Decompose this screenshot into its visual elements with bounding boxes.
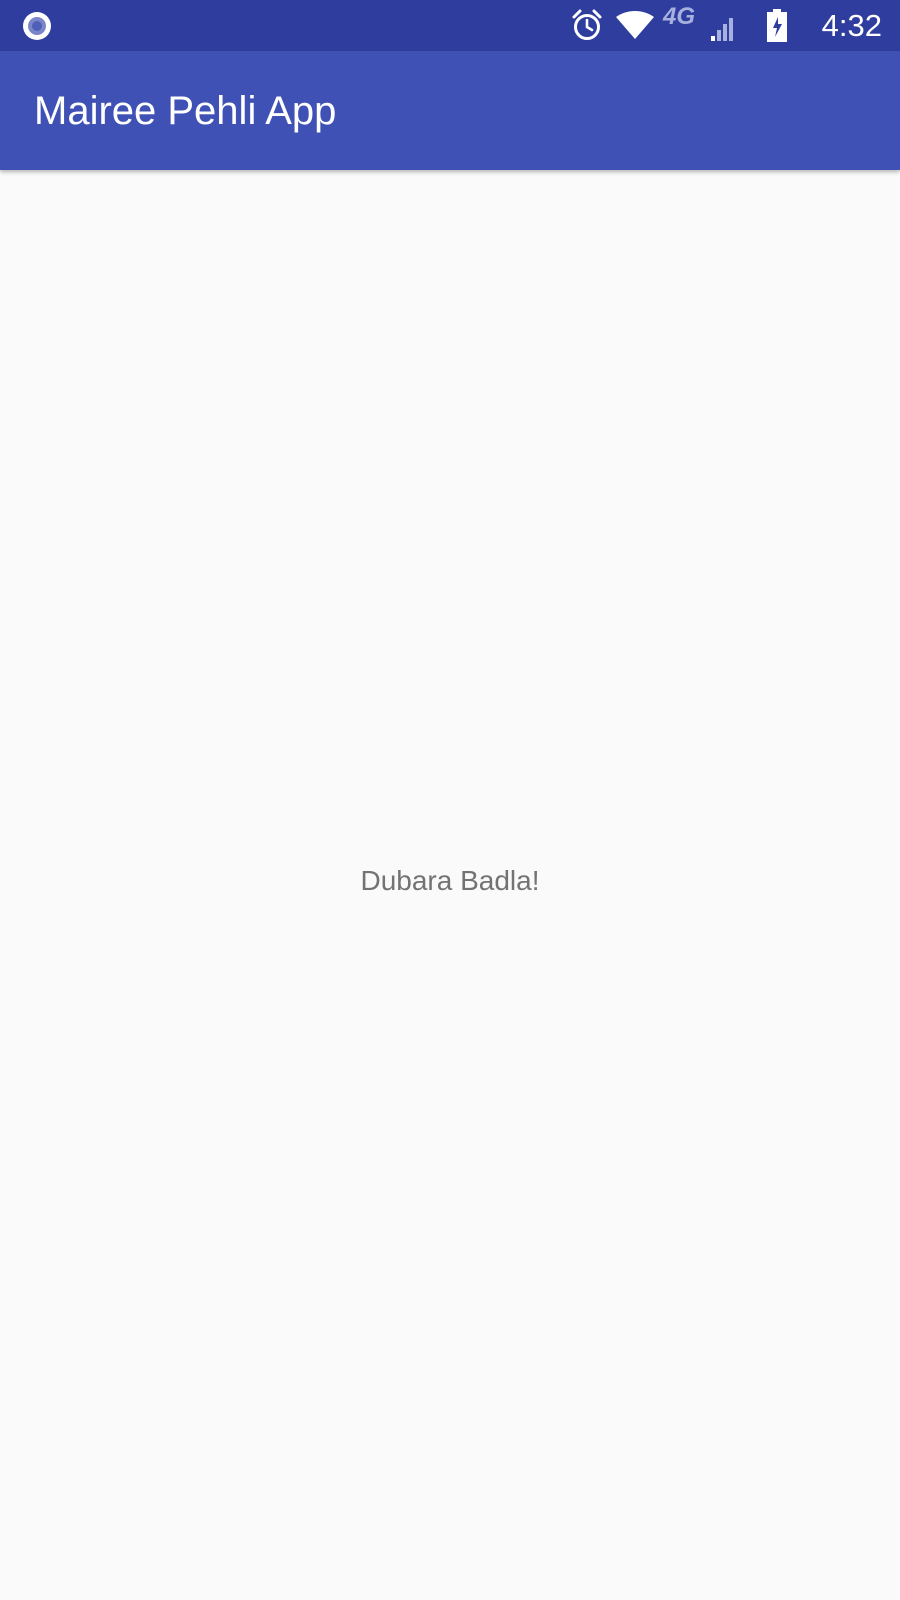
cellular-signal-icon bbox=[711, 18, 733, 41]
notification-circle-icon bbox=[23, 12, 51, 40]
center-message: Dubara Badla! bbox=[360, 865, 540, 896]
app-bar: Mairee Pehli App bbox=[0, 51, 900, 170]
alarm-icon bbox=[572, 9, 602, 40]
battery-charging-icon bbox=[767, 9, 787, 42]
status-time: 4:32 bbox=[821, 8, 882, 43]
app-title: Mairee Pehli App bbox=[34, 89, 337, 133]
status-bar: 4G 4:32 bbox=[0, 0, 900, 51]
network-type-label: 4G bbox=[663, 3, 696, 30]
wifi-icon bbox=[616, 11, 654, 39]
main-content: Dubara Badla! bbox=[0, 170, 900, 1600]
